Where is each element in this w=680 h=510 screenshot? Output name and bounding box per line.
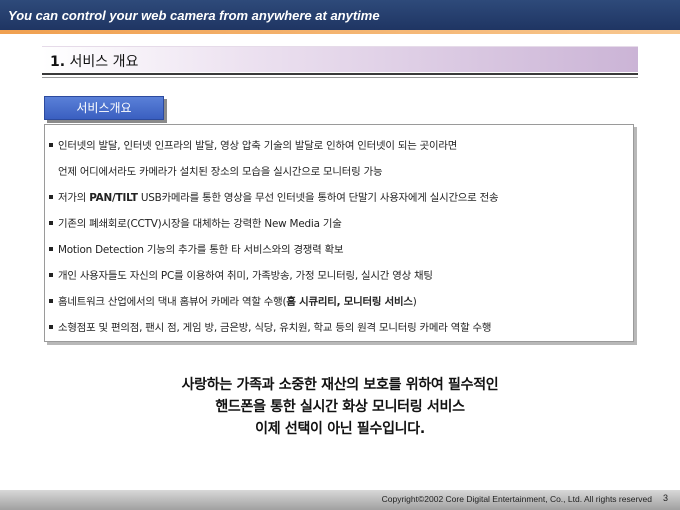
list-item: 인터넷의 발달, 인터넷 인프라의 발달, 영상 압축 기술의 발달로 인하여 … bbox=[49, 137, 457, 152]
list-item-text: USB카메라를 통한 영상을 무선 인터넷을 통하여 단말기 사용자에게 실시간… bbox=[137, 192, 499, 204]
bullet-icon bbox=[49, 247, 53, 251]
slogan-line-3: 이제 선택이 아닌 필수입니다. bbox=[255, 421, 425, 437]
list-item: 기존의 폐쇄회로(CCTV)시장을 대체하는 강력한 New Media 기술 bbox=[49, 215, 342, 230]
slogan-line-1: 사랑하는 가족과 소중한 재산의 보호를 위하여 필수적인 bbox=[181, 377, 499, 393]
list-item: 개인 사용자들도 자신의 PC를 이용하여 취미, 가족방송, 가정 모니터링,… bbox=[49, 267, 433, 282]
list-item: Motion Detection 기능의 추가를 통한 타 서비스와의 경쟁력 … bbox=[49, 241, 344, 256]
list-item-bold-text: 홈 시큐리티, 모니터링 서비스 bbox=[286, 296, 413, 308]
list-item-text: 홈네트워크 산업에서의 댁내 홈뷰어 카메라 역할 수행( bbox=[58, 296, 287, 308]
top-banner: You can control your web camera from any… bbox=[0, 0, 680, 30]
service-overview-panel: 인터넷의 발달, 인터넷 인프라의 발달, 영상 압축 기술의 발달로 인하여 … bbox=[44, 124, 634, 342]
page-number: 3 bbox=[662, 493, 668, 503]
bullet-icon bbox=[49, 299, 53, 303]
banner-accent-stripe bbox=[0, 30, 680, 34]
list-item-text: Motion Detection 기능의 추가를 통한 타 서비스와의 경쟁력 … bbox=[58, 244, 344, 256]
list-item-text: 개인 사용자들도 자신의 PC를 이용하여 취미, 가족방송, 가정 모니터링,… bbox=[58, 270, 433, 282]
section-title-text: 서비스 개요 bbox=[69, 54, 139, 70]
bullet-icon bbox=[49, 273, 53, 277]
bullet-icon bbox=[49, 143, 53, 147]
bullet-icon bbox=[49, 221, 53, 225]
list-item: 소형점포 및 편의점, 팬시 점, 게임 방, 금은방, 식당, 유치원, 학교… bbox=[49, 319, 491, 334]
bullet-icon bbox=[49, 325, 53, 329]
banner-tagline: You can control your web camera from any… bbox=[8, 8, 380, 23]
section-header: 1. 서비스 개요 bbox=[42, 46, 638, 72]
list-item: 저가의 PAN/TILT USB카메라를 통한 영상을 무선 인터넷을 통하여 … bbox=[49, 189, 499, 204]
list-item-text: 인터넷의 발달, 인터넷 인프라의 발달, 영상 압축 기술의 발달로 인하여 … bbox=[58, 140, 458, 152]
slogan-line-2: 핸드폰을 통한 실시간 화상 모니터링 서비스 bbox=[215, 399, 465, 415]
tab-service-overview[interactable]: 서비스개요 bbox=[44, 96, 164, 120]
list-item: 홈네트워크 산업에서의 댁내 홈뷰어 카메라 역할 수행(홈 시큐리티, 모니터… bbox=[49, 293, 417, 308]
list-item-bold-text: PAN/TILT bbox=[89, 192, 138, 204]
list-item-text: ) bbox=[412, 296, 417, 308]
section-title: 1. 서비스 개요 bbox=[50, 51, 138, 71]
list-item-text: 기존의 폐쇄회로(CCTV)시장을 대체하는 강력한 New Media 기술 bbox=[58, 218, 342, 230]
section-divider bbox=[42, 73, 638, 75]
bullet-indent bbox=[49, 169, 53, 173]
section-number: 1. bbox=[50, 54, 66, 70]
list-item-text: 언제 어디에서라도 카메라가 설치된 장소의 모습을 실시간으로 모니터링 가능 bbox=[58, 166, 383, 178]
copyright-text: Copyright©2002 Core Digital Entertainmen… bbox=[381, 494, 652, 504]
list-item-text: 소형점포 및 편의점, 팬시 점, 게임 방, 금은방, 식당, 유치원, 학교… bbox=[58, 322, 492, 334]
footer-bar: Copyright©2002 Core Digital Entertainmen… bbox=[0, 490, 680, 510]
list-item: 언제 어디에서라도 카메라가 설치된 장소의 모습을 실시간으로 모니터링 가능 bbox=[49, 163, 383, 178]
bullet-icon bbox=[49, 195, 53, 199]
section-divider-thin bbox=[42, 77, 638, 78]
list-item-text: 저가의 bbox=[58, 192, 90, 204]
